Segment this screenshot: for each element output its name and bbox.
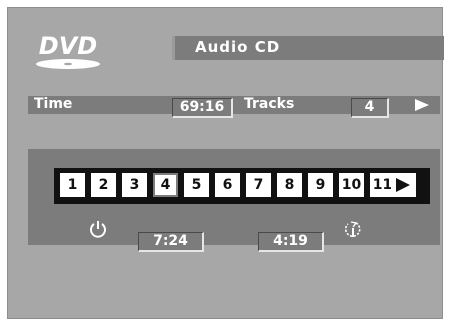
track-list-next-icon[interactable] — [391, 173, 416, 197]
tracks-label: Tracks — [244, 96, 295, 112]
info-bar: Time 69:16 Tracks 4 — [28, 96, 440, 118]
time-label: Time — [34, 96, 73, 112]
dvd-logo-text: DVD — [39, 32, 97, 60]
track-button[interactable]: 8 — [277, 173, 302, 197]
track-button[interactable]: 9 — [308, 173, 333, 197]
track-button[interactable]: 7 — [246, 173, 271, 197]
repeat-icon[interactable] — [342, 219, 364, 241]
page-title: Audio CD — [195, 38, 281, 56]
track-button[interactable]: 3 — [122, 173, 147, 197]
track-list: 1 2 3 4 5 6 7 8 9 10 11 — [54, 168, 430, 204]
track-button[interactable]: 4 — [153, 173, 178, 197]
audio-cd-screen: DVD Audio CD Time 69:16 Tracks 4 1234567… — [7, 7, 444, 319]
power-icon[interactable] — [88, 219, 108, 239]
title-bar: Audio CD — [172, 36, 444, 60]
track-button[interactable]: 10 — [339, 173, 364, 197]
play-next-icon[interactable] — [415, 99, 429, 111]
remaining-time-value: 4:19 — [258, 232, 324, 252]
track-button[interactable]: 1 — [60, 173, 85, 197]
total-time-value: 69:16 — [172, 98, 233, 118]
dvd-logo: DVD — [36, 32, 100, 69]
tracks-count-value: 4 — [351, 98, 389, 118]
playback-panel: 1 2 3 4 5 6 7 8 9 10 11 7:24 4:19 — [28, 149, 440, 252]
elapsed-time-value: 7:24 — [138, 232, 204, 252]
track-button[interactable]: 5 — [184, 173, 209, 197]
track-button[interactable]: 2 — [91, 173, 116, 197]
track-button[interactable]: 6 — [215, 173, 240, 197]
